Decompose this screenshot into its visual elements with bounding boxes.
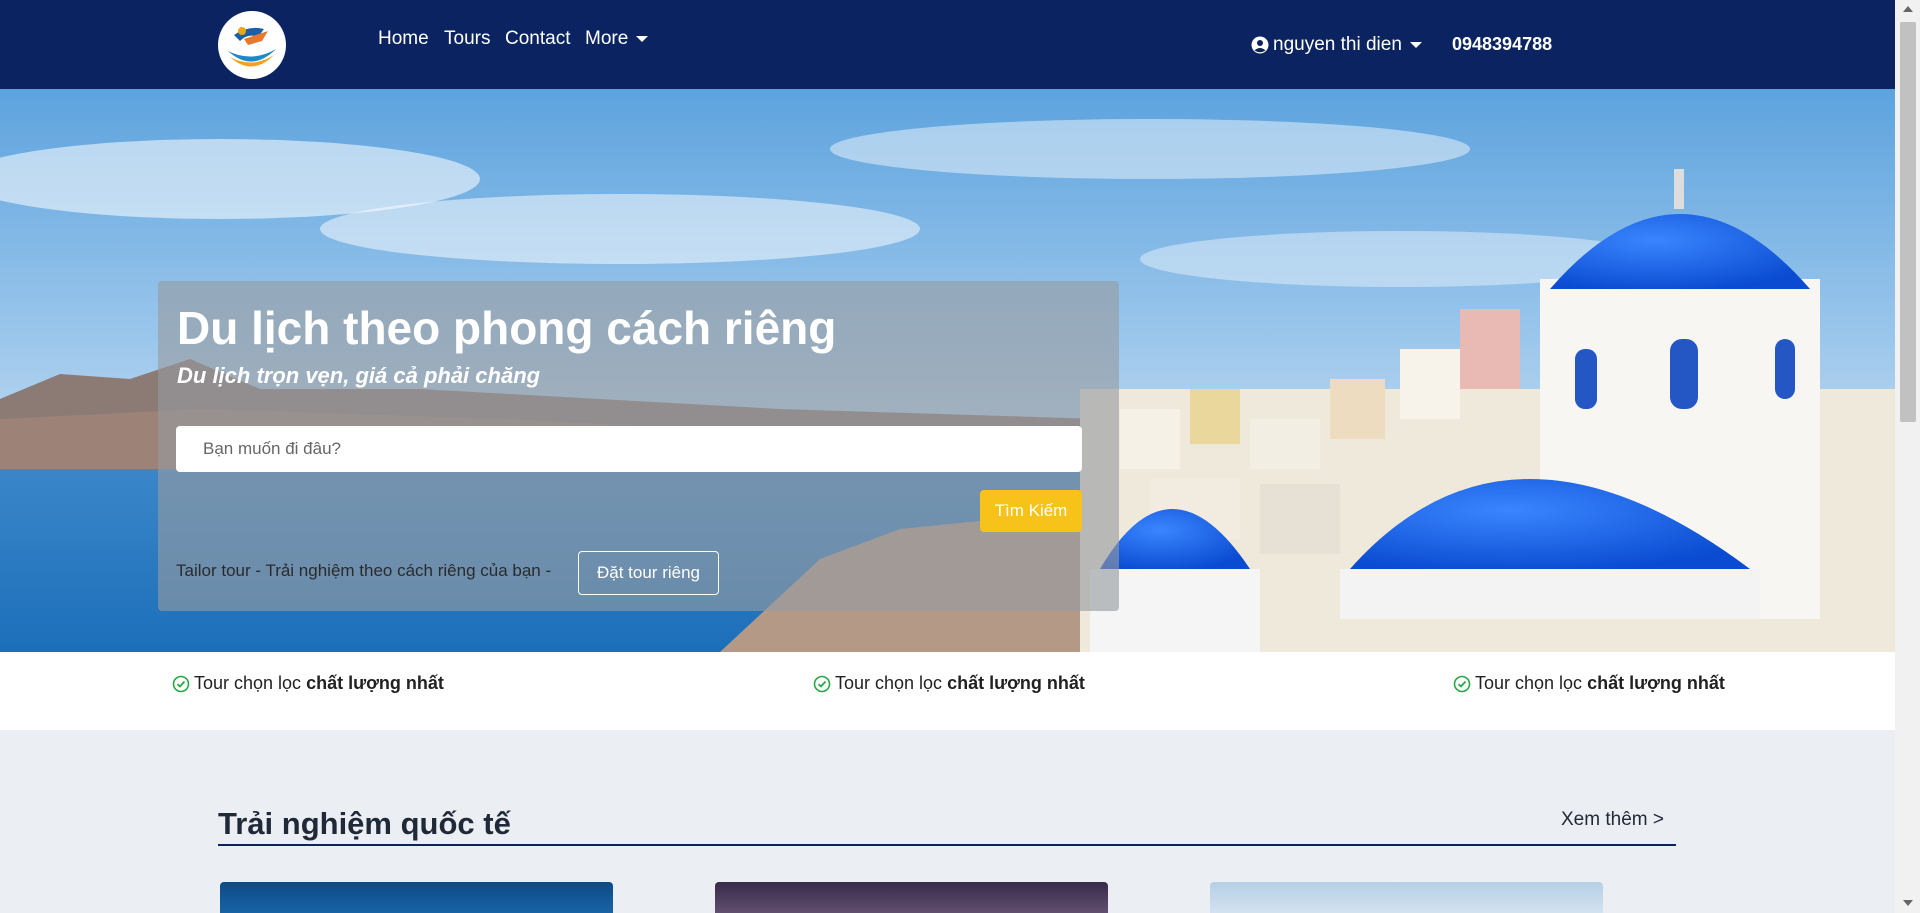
book-private-tour-button[interactable]: Đặt tour riêng: [578, 551, 719, 595]
destination-search-input[interactable]: [176, 426, 1082, 472]
feature-prefix: Tour chọn lọc: [194, 673, 302, 693]
hero-title: Du lịch theo phong cách riêng: [177, 302, 837, 354]
feature-prefix: Tour chọn lọc: [1475, 673, 1583, 693]
check-circle-icon: [172, 675, 190, 692]
user-menu-dropdown[interactable]: nguyen thi dien: [1251, 34, 1422, 56]
feature-item: Tour chọn lọc chất lượng nhất: [172, 673, 444, 694]
user-name: nguyen thi dien: [1273, 34, 1402, 55]
feature-bold: chất lượng nhất: [306, 673, 444, 693]
nav-more-dropdown[interactable]: More: [585, 28, 649, 50]
page-scrollbar[interactable]: [1895, 0, 1920, 913]
section-title: Trải nghiệm quốc tế: [218, 806, 511, 841]
scrollbar-thumb[interactable]: [1900, 22, 1916, 422]
feature-prefix: Tour chọn lọc: [835, 673, 943, 693]
feature-item: Tour chọn lọc chất lượng nhất: [813, 673, 1085, 694]
see-more-link[interactable]: Xem thêm >: [1561, 809, 1664, 831]
tour-card-image[interactable]: [1210, 882, 1603, 913]
tailor-tour-text: Tailor tour - Trải nghiệm theo cách riên…: [176, 561, 552, 580]
section-divider: [218, 844, 1676, 846]
tour-card-image[interactable]: [220, 882, 613, 913]
nav-tours-link[interactable]: Tours: [444, 28, 490, 50]
feature-bold: chất lượng nhất: [1587, 673, 1725, 693]
search-button[interactable]: Tìm Kiếm: [980, 490, 1082, 532]
scroll-down-icon[interactable]: [1903, 900, 1913, 906]
nav-contact-link[interactable]: Contact: [505, 28, 570, 50]
top-navbar: Home Tours Contact More nguyen thi dien …: [0, 0, 1895, 89]
hero-subtitle: Du lịch trọn vẹn, giá cả phải chăng: [177, 363, 541, 388]
scroll-up-icon[interactable]: [1903, 6, 1913, 12]
nav-more-label: More: [585, 28, 629, 49]
hotline-phone: 0948394788: [1452, 34, 1553, 54]
caret-down-icon: [636, 35, 649, 42]
logo-icon: [222, 15, 282, 75]
feature-bold: chất lượng nhất: [947, 673, 1085, 693]
check-circle-icon: [1453, 675, 1471, 692]
tour-card-image[interactable]: [715, 882, 1108, 913]
check-circle-icon: [813, 675, 831, 692]
caret-down-icon: [1409, 42, 1422, 48]
feature-item: Tour chọn lọc chất lượng nhất: [1453, 673, 1725, 694]
site-logo[interactable]: [218, 11, 286, 79]
features-strip: Tour chọn lọc chất lượng nhất Tour chọn …: [0, 652, 1895, 730]
hero-banner: Du lịch theo phong cách riêng Du lịch tr…: [0, 89, 1895, 652]
hero-search-panel: Du lịch theo phong cách riêng Du lịch tr…: [158, 281, 1119, 611]
nav-home-link[interactable]: Home: [378, 28, 429, 50]
user-circle-icon: [1251, 36, 1269, 54]
